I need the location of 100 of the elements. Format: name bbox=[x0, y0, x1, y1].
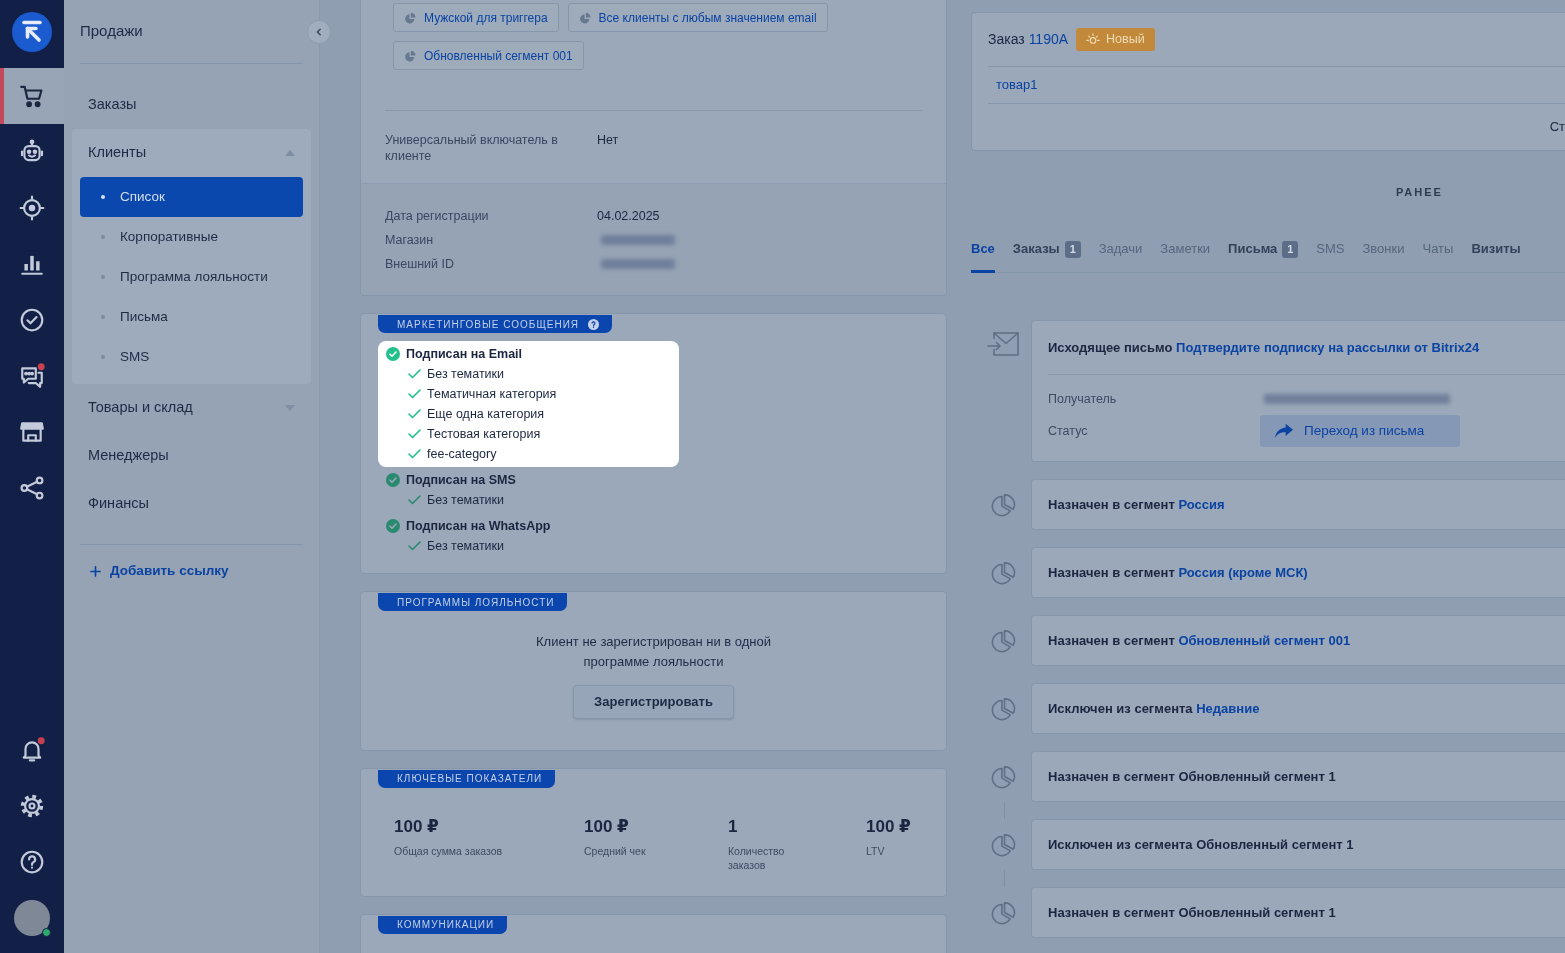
pie-chart-icon bbox=[990, 763, 1016, 790]
topic-label: Еще одна категория bbox=[427, 405, 545, 423]
submenu-item[interactable]: Программа лояльности bbox=[80, 257, 303, 297]
order-number-link[interactable]: 1190A bbox=[1028, 31, 1069, 47]
pie-chart-icon bbox=[990, 899, 1016, 926]
pie-chart-icon bbox=[404, 11, 416, 24]
event-title: Назначен в сегмент Россия (кроме МСК) bbox=[1048, 563, 1308, 582]
pie-chart-icon bbox=[990, 627, 1016, 654]
field-value: 04.02.2025 bbox=[597, 208, 660, 224]
event-title: Назначен в сегмент Обновленный сегмент 1 bbox=[1048, 767, 1336, 786]
caret-up-icon bbox=[285, 150, 295, 156]
event-title: Назначен в сегмент Обновленный сегмент 1 bbox=[1048, 903, 1336, 922]
kpi-value: 100 ₽ bbox=[584, 816, 629, 836]
check-icon bbox=[408, 429, 421, 440]
sun-icon bbox=[1086, 32, 1101, 47]
bullet-icon bbox=[101, 315, 105, 319]
add-link-button[interactable]: Добавить ссылку bbox=[72, 554, 229, 588]
event-title: Назначен в сегмент Россия bbox=[1048, 495, 1225, 514]
event-title: Назначен в сегмент Обновленный сегмент 001 bbox=[1048, 631, 1351, 650]
menu-item[interactable]: Менеджеры bbox=[72, 432, 311, 480]
field-label: Внешний ID bbox=[385, 257, 455, 271]
status-text: Переход из письма bbox=[1304, 421, 1425, 440]
check-icon bbox=[408, 495, 421, 506]
field-label: Дата регистрации bbox=[385, 209, 489, 223]
menu-item[interactable]: Финансы bbox=[72, 480, 311, 528]
pie-chart-icon bbox=[404, 49, 416, 62]
count-badge: 1 bbox=[1282, 240, 1299, 258]
avatar[interactable] bbox=[14, 900, 50, 936]
segment-chip[interactable]: Обновленный сегмент 001 bbox=[393, 41, 584, 70]
empty-message: Клиент не зарегистрирован ни в одной программе лояльности bbox=[535, 632, 772, 671]
check-icon bbox=[408, 449, 421, 460]
plus-icon bbox=[90, 565, 101, 577]
section-title: МАРКЕТИНГОВЫЕ СООБЩЕНИЯ bbox=[397, 317, 580, 332]
submenu-item[interactable]: SMS bbox=[80, 337, 303, 377]
channel-label: Подписан на Email bbox=[406, 345, 523, 363]
bullet-icon bbox=[101, 235, 105, 239]
menu-item[interactable]: Товары и склад bbox=[72, 384, 311, 432]
field-label: Универсальный включатель в клиенте bbox=[385, 133, 558, 163]
segment-link[interactable]: Россия (кроме МСК) bbox=[1178, 564, 1308, 580]
order-footer-text: Ст bbox=[1549, 118, 1565, 137]
menu-item[interactable]: Клиенты bbox=[72, 129, 311, 177]
field-label: Магазин bbox=[385, 233, 434, 247]
check-icon bbox=[408, 541, 421, 552]
section-title: ПРОГРАММЫ ЛОЯЛЬНОСТИ bbox=[397, 595, 555, 610]
menu-item[interactable]: Заказы bbox=[72, 81, 311, 129]
bullet-icon bbox=[101, 355, 105, 359]
segment-chip[interactable]: Все клиенты с любым значением email bbox=[567, 3, 828, 32]
field-value: Нет bbox=[597, 132, 619, 148]
count-badge: 1 bbox=[1064, 240, 1081, 258]
section-title: Продажи bbox=[80, 21, 143, 42]
kpi-value: 100 ₽ bbox=[866, 816, 911, 836]
help-icon bbox=[588, 318, 600, 330]
submenu-item[interactable]: Список bbox=[80, 177, 303, 217]
submenu-item[interactable]: Письма bbox=[80, 297, 303, 337]
email-subject-link[interactable]: Подтвердите подписку на рассылки от Bitrix24 bbox=[1176, 339, 1480, 355]
product-link[interactable]: товар1 bbox=[996, 75, 1038, 95]
pie-chart-icon bbox=[990, 695, 1016, 722]
chevron-left-icon bbox=[314, 27, 324, 37]
channel-label: Подписан на WhatsApp bbox=[406, 517, 551, 535]
segment-link[interactable]: Недавние bbox=[1196, 700, 1260, 716]
bullet-icon bbox=[101, 195, 105, 199]
filter-tab[interactable]: Визиты bbox=[1471, 226, 1521, 273]
kpi-value: 1 bbox=[728, 816, 738, 836]
kpi-value: 100 ₽ bbox=[394, 816, 439, 836]
topic-label: Тестовая категория bbox=[427, 425, 541, 443]
topic-label: fee-category bbox=[427, 445, 497, 463]
submenu-item[interactable]: Корпоративные bbox=[80, 217, 303, 257]
check-icon bbox=[408, 389, 421, 400]
kpi-label: LTV bbox=[866, 843, 886, 858]
channel-label: Подписан на SMS bbox=[406, 471, 516, 489]
bullet-icon bbox=[101, 275, 105, 279]
register-button[interactable]: Зарегистрировать bbox=[573, 684, 734, 719]
event-title: Исключен из сегмента Обновленный сегмент 1 bbox=[1048, 835, 1354, 854]
pie-chart-icon bbox=[578, 11, 591, 24]
check-icon bbox=[408, 409, 421, 420]
kpi-label: Общая сумма заказов bbox=[394, 843, 504, 858]
kpi-label: Количество заказов bbox=[728, 843, 786, 872]
segment-chip[interactable]: Мужской для триггера bbox=[393, 3, 559, 32]
topic-label: Тематичная категория bbox=[427, 385, 557, 403]
timeline-heading: РАНЕЕ bbox=[1396, 186, 1443, 198]
envelope-icon bbox=[987, 330, 1019, 358]
logo-icon bbox=[12, 12, 52, 52]
topic-label: Без тематики bbox=[427, 365, 505, 383]
check-icon bbox=[408, 369, 421, 380]
pie-chart-icon bbox=[990, 559, 1016, 586]
filter-tab[interactable]: Письма 1 bbox=[1228, 226, 1299, 273]
segment-link[interactable]: Россия bbox=[1178, 496, 1225, 512]
filter-tab[interactable]: Заказы 1 bbox=[1012, 226, 1081, 273]
status-text: Новый bbox=[1106, 31, 1145, 49]
share-arrow-icon bbox=[1274, 422, 1294, 440]
topic-label: Без тематики bbox=[427, 491, 505, 509]
section-title: КЛЮЧЕВЫЕ ПОКАЗАТЕЛИ bbox=[397, 772, 543, 786]
segment-link[interactable]: Обновленный сегмент 001 bbox=[1178, 632, 1351, 648]
cart-button[interactable] bbox=[0, 68, 64, 124]
event-title: Исходящее письмо Подтвердите подписку на рассылки от Bitrix24 bbox=[1048, 338, 1480, 357]
field-label: Статус bbox=[1048, 423, 1088, 438]
pie-chart-icon bbox=[990, 491, 1016, 518]
section-title: КОММУНИКАЦИИ bbox=[397, 918, 495, 932]
field-label: Получатель bbox=[1048, 391, 1117, 406]
filter-tab[interactable]: Все bbox=[971, 226, 995, 273]
